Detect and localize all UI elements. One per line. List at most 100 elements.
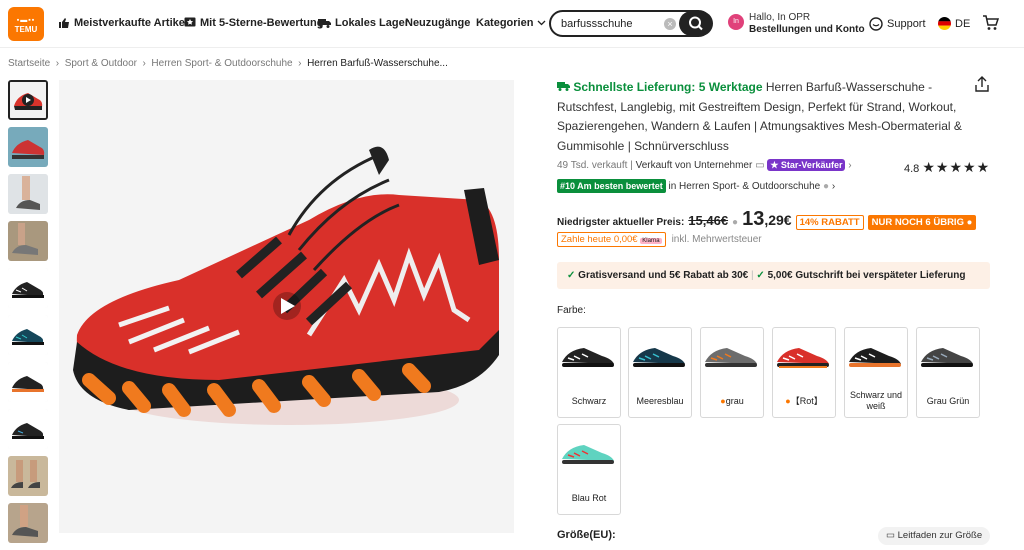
seller-star-icon: ★ (770, 160, 779, 170)
pay-today-label: Zahle heute 0,00€ (561, 234, 638, 245)
rank-badge: #10 Am besten bewertet (557, 179, 666, 193)
rating-value: 4.8 (904, 163, 920, 175)
nav-categories-label: Kategorien (476, 17, 534, 29)
temu-logo[interactable]: ▪▬▪▪ TEMU (8, 7, 44, 41)
color-option-label: ●grau (701, 396, 763, 407)
nav-local-label: Lokales Lager (335, 17, 409, 29)
main-product-image[interactable] (59, 80, 514, 533)
info-icon: ● (966, 217, 973, 228)
info-icon[interactable]: ● (732, 217, 738, 228)
nav-five-star-label: Mit 5-Sterne-Bewertung (200, 17, 324, 29)
nav-bestsellers-label: Meistverkaufte Artikel (74, 17, 188, 29)
leg-thumb-image (8, 221, 48, 261)
flag-icon: ▭ (755, 160, 765, 171)
rank-category: in Herren Sport- & Outdoorschuhe (668, 181, 821, 192)
breadcrumb-sport[interactable]: Sport & Outdoor (65, 58, 137, 69)
thumbnail-image[interactable] (8, 268, 48, 308)
search-bar: barfussschuhe × (549, 10, 713, 37)
breadcrumb-category[interactable]: Herren Sport- & Outdoorschuhe (151, 58, 292, 69)
color-name: grau (725, 396, 744, 406)
support-label: Support (887, 18, 926, 30)
thumbnail-image[interactable] (8, 456, 48, 496)
thumbnail-image[interactable] (8, 174, 48, 214)
account-greeting: Hallo, In OPR (749, 12, 811, 23)
search-icon (689, 16, 703, 31)
seller-info: 49 Tsd. verkauft | Verkauft von Unterneh… (557, 159, 852, 171)
size-guide-button[interactable]: ▭ Leitfaden zur Größe (878, 527, 990, 545)
color-name: 【Rot】 (790, 396, 823, 406)
old-price: 15,46€ (688, 213, 729, 228)
shoe-thumb-image (8, 268, 48, 308)
share-icon[interactable] (975, 76, 989, 92)
nav-local-warehouse[interactable]: Lokales Lager (318, 17, 409, 29)
pay-today-badge[interactable]: Zahle heute 0,00€ Klarna (557, 232, 666, 247)
color-option-blue-red[interactable]: Blau Rot (557, 424, 621, 515)
shoe-swatch-image (849, 348, 901, 367)
nav-categories[interactable]: Kategorien (476, 17, 546, 29)
star-box-icon (184, 17, 196, 27)
sold-count: 49 Tsd. verkauft (557, 160, 628, 171)
shoe-swatch-image (633, 348, 685, 367)
star-rating-icons: ★★★★★ (922, 159, 991, 175)
thumbnail-image[interactable] (8, 221, 48, 261)
shoe-swatch-image (562, 445, 614, 464)
current-price: 13,29€ (742, 208, 792, 231)
nav-new-label: Neuzugänge (405, 17, 471, 29)
nav-bestsellers[interactable]: Meistverkaufte Artikel (58, 17, 188, 29)
shoe-swatch-image (921, 348, 973, 367)
color-option-navy[interactable]: Meeresblau (628, 327, 692, 418)
klarna-logo: Klarna (640, 238, 662, 244)
thumbnail-list (8, 80, 50, 550)
german-flag-icon (938, 17, 951, 30)
thumbnail-image[interactable] (8, 409, 48, 449)
shoe-thumb-image (8, 127, 48, 167)
color-option-black-white[interactable]: Schwarz und weiß (844, 327, 908, 418)
thumbnail-image[interactable] (8, 362, 48, 402)
breadcrumb-home[interactable]: Startseite (8, 58, 50, 69)
size-label: Größe(EU): (557, 529, 616, 541)
star-seller-badge[interactable]: ★ Star-Verkäufer (767, 159, 846, 171)
cart-icon[interactable] (982, 15, 999, 31)
language-selector[interactable]: DE (938, 17, 970, 30)
thumbnail-image[interactable] (8, 127, 48, 167)
truck-icon (318, 19, 331, 28)
star-seller-label: Star-Verkäufer (780, 160, 843, 170)
breadcrumb-current: Herren Barfuß-Wasserschuhe... (307, 58, 448, 69)
shipping-benefits[interactable]: ✓ Gratisversand und 5€ Rabatt ab 30€ | ✓… (557, 262, 990, 289)
thumbnail-image[interactable] (8, 315, 48, 355)
price-integer: 13 (742, 208, 765, 230)
top-navigation: ▪▬▪▪ TEMU Meistverkaufte Artikel Mit 5-S… (0, 0, 1024, 48)
size-guide-label: Leitfaden zur Größe (897, 530, 983, 541)
search-button[interactable] (679, 11, 713, 36)
color-option-label: Blau Rot (571, 493, 607, 503)
seller-type[interactable]: Verkauft von Unternehmer (636, 160, 753, 171)
shoe-thumb-image (8, 362, 48, 402)
clear-search-icon[interactable]: × (664, 18, 676, 30)
account-orders-label: Bestellungen und Konto (749, 24, 865, 35)
shoe-thumb-image (8, 315, 48, 355)
check-icon: ✓ (567, 270, 576, 281)
shoe-swatch-image (777, 348, 829, 368)
beach-thumb-image (8, 456, 48, 496)
stock-label: NUR NOCH 6 ÜBRIG (871, 217, 964, 228)
shoe-swatch-image (705, 348, 757, 367)
ranking[interactable]: #10 Am besten bewertet in Herren Sport- … (557, 179, 835, 193)
thumbnail-video[interactable] (8, 80, 48, 120)
color-label: Farbe: (557, 305, 586, 316)
discount-badge: 14% RABATT (795, 215, 864, 230)
support-link[interactable]: Support (869, 17, 926, 31)
language-label: DE (955, 17, 971, 30)
thumbs-up-icon (59, 18, 69, 28)
color-option-black[interactable]: Schwarz (557, 327, 621, 418)
search-input[interactable]: barfussschuhe (561, 18, 633, 30)
thumbnail-image[interactable] (8, 503, 48, 543)
nav-new-arrivals[interactable]: Neuzugänge (405, 17, 470, 29)
rating[interactable]: 4.8 ★★★★★ (904, 159, 990, 176)
info-icon: ● (823, 181, 830, 192)
leg-thumb-image (8, 503, 48, 543)
nav-five-star[interactable]: Mit 5-Sterne-Bewertung (184, 17, 323, 29)
color-option-red[interactable]: ●【Rot】 (772, 327, 836, 418)
color-option-grey-green[interactable]: Grau Grün (916, 327, 980, 418)
delivery-time: Schnellste Lieferung: 5 Werktage (573, 80, 763, 94)
color-option-grey[interactable]: ●grau (700, 327, 764, 418)
